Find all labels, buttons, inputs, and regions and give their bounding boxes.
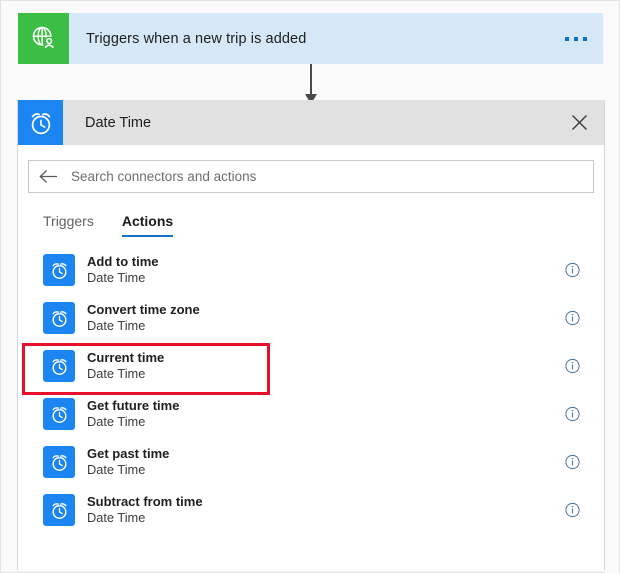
list-item[interactable]: Convert time zone Date Time	[18, 294, 604, 342]
list-item-title: Get future time	[87, 397, 180, 413]
list-item-current-time[interactable]: Current time Date Time	[18, 342, 604, 395]
list-item[interactable]: Get future time Date Time	[18, 390, 604, 438]
info-icon[interactable]	[565, 502, 580, 518]
info-icon[interactable]	[565, 358, 580, 374]
search-input[interactable]	[69, 168, 593, 185]
tab-actions[interactable]: Actions	[121, 213, 174, 237]
date-time-panel: Date Time Triggers Actions	[17, 100, 605, 570]
alarm-clock-icon	[43, 302, 75, 334]
close-icon[interactable]	[566, 110, 592, 136]
designer-canvas: Triggers when a new trip is added Date T	[0, 0, 620, 573]
action-list: Add to time Date Time Convert time zone …	[18, 246, 604, 534]
list-item-subtitle: Date Time	[87, 414, 146, 430]
alarm-clock-icon	[43, 446, 75, 478]
dot-icon	[574, 36, 578, 41]
back-arrow-icon[interactable]	[39, 169, 58, 184]
list-item-title: Get past time	[87, 445, 170, 461]
list-item-subtitle: Date Time	[87, 366, 146, 382]
alarm-clock-icon	[43, 254, 75, 286]
panel-tabs: Triggers Actions	[43, 207, 604, 237]
alarm-clock-icon	[18, 100, 63, 145]
list-item-subtitle: Date Time	[87, 510, 146, 526]
trigger-title: Triggers when a new trip is added	[86, 30, 307, 47]
list-item[interactable]: Get past time Date Time	[18, 438, 604, 486]
info-icon[interactable]	[565, 310, 580, 326]
list-item-title: Convert time zone	[87, 301, 200, 317]
list-item-subtitle: Date Time	[87, 462, 146, 478]
tab-triggers[interactable]: Triggers	[43, 213, 94, 237]
dot-icon	[565, 36, 569, 41]
panel-title: Date Time	[85, 114, 152, 131]
search-bar[interactable]	[28, 160, 594, 193]
dot-icon	[583, 36, 587, 41]
list-item-title: Current time	[87, 349, 165, 365]
alarm-clock-icon	[43, 494, 75, 526]
list-item[interactable]: Subtract from time Date Time	[18, 486, 604, 534]
alarm-clock-icon	[43, 350, 75, 382]
globe-person-icon	[18, 13, 69, 64]
list-item-title: Subtract from time	[87, 493, 203, 509]
panel-header: Date Time	[18, 100, 604, 145]
list-item-title: Add to time	[87, 253, 159, 269]
alarm-clock-icon	[43, 398, 75, 430]
trigger-more-button[interactable]	[561, 31, 591, 47]
trigger-card[interactable]: Triggers when a new trip is added	[18, 13, 603, 64]
list-item-subtitle: Date Time	[87, 318, 146, 334]
list-item-subtitle: Date Time	[87, 270, 146, 286]
info-icon[interactable]	[565, 454, 580, 470]
info-icon[interactable]	[565, 406, 580, 422]
info-icon[interactable]	[565, 262, 580, 278]
canvas-right-gutter	[605, 1, 619, 573]
list-item[interactable]: Add to time Date Time	[18, 246, 604, 294]
